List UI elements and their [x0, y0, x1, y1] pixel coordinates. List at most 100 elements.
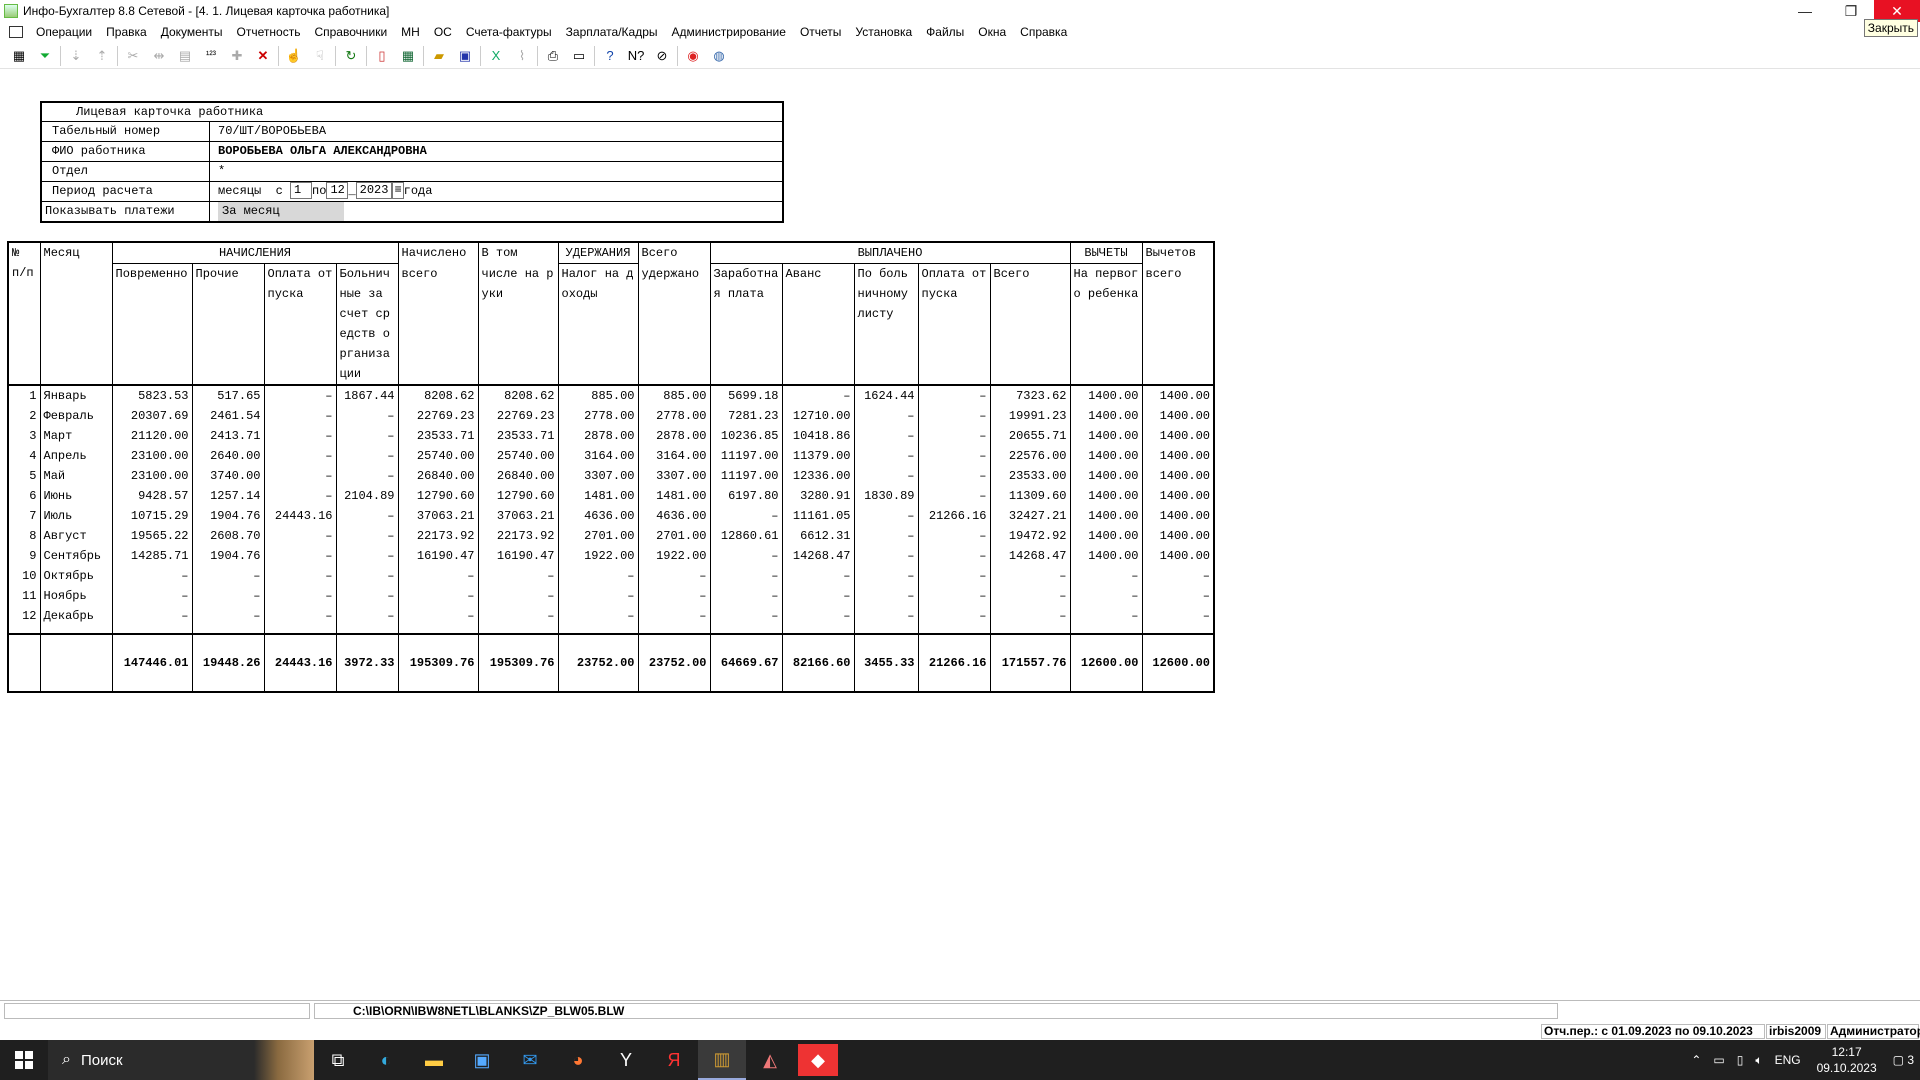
- pdf-icon[interactable]: ▯: [371, 45, 393, 67]
- period-from-field[interactable]: 1: [290, 182, 313, 200]
- menu-edit[interactable]: Правка: [99, 25, 154, 39]
- department-field[interactable]: *: [210, 162, 782, 181]
- numbering-icon[interactable]: ¹²³: [200, 45, 222, 67]
- table-row[interactable]: 12 Декабрь – – – – – – – – – – – – – – –: [7, 606, 1214, 626]
- tab-number-field[interactable]: 70/ШТ/ВОРОБЬЕВА: [210, 122, 782, 141]
- yandex-icon[interactable]: Я: [650, 1040, 698, 1080]
- menu-settings[interactable]: Установка: [848, 25, 919, 39]
- menu-files[interactable]: Файлы: [919, 25, 971, 39]
- menu-windows[interactable]: Окна: [971, 25, 1013, 39]
- print-icon[interactable]: ⎙: [542, 45, 564, 67]
- table-row[interactable]: 5 Май 23100.00 3740.00– –26840.00 26840.00 330…: [7, 466, 1214, 486]
- table-cell: –: [853, 546, 918, 566]
- open-folder-icon[interactable]: ▰: [428, 45, 450, 67]
- table-row[interactable]: 11 Ноябрь – – – – – – – – – – – – – – –: [7, 586, 1214, 606]
- delete-icon[interactable]: ✕: [252, 45, 274, 67]
- firefox-icon[interactable]: ◕: [554, 1040, 602, 1080]
- row-number: 4: [7, 446, 40, 466]
- status-bar-info: Отч.пер.: с 01.09.2023 по 09.10.2023 irb…: [0, 1022, 1920, 1040]
- notifications-icon[interactable]: ▢ 3: [1887, 1053, 1920, 1067]
- edge-icon[interactable]: ◐: [362, 1040, 410, 1080]
- columns-icon[interactable]: ⇹: [148, 45, 170, 67]
- menu-administration[interactable]: Администрирование: [665, 25, 793, 39]
- table-cell: –: [263, 586, 336, 606]
- paste-icon[interactable]: ▤: [174, 45, 196, 67]
- table-row[interactable]: 7 Июль 10715.29 1904.76 24443.16–37063.21 370…: [7, 506, 1214, 526]
- clock[interactable]: 12:17 09.10.2023: [1807, 1044, 1887, 1076]
- table-cell: 1400.00: [1141, 546, 1214, 566]
- table-cell: –: [335, 586, 398, 606]
- language-indicator[interactable]: ENG: [1769, 1053, 1807, 1067]
- menu-help[interactable]: Справка: [1013, 25, 1074, 39]
- sort-asc-icon[interactable]: ⇣: [65, 45, 87, 67]
- table-row[interactable]: 4 Апрель 23100.00 2640.00– –25740.00 25740.00…: [7, 446, 1214, 466]
- excel-icon[interactable]: X: [485, 45, 507, 67]
- row-number: 12: [7, 606, 40, 626]
- meet-icon[interactable]: ▭: [1707, 1053, 1730, 1067]
- table-cell: 3307.00: [557, 466, 638, 486]
- app-icon[interactable]: ◭: [746, 1040, 794, 1080]
- explorer-icon[interactable]: ▬: [410, 1040, 458, 1080]
- menu-invoices[interactable]: Счета-фактуры: [459, 25, 559, 39]
- calculator-icon[interactable]: ▦: [8, 45, 30, 67]
- menu-payroll[interactable]: Зарплата/Кадры: [559, 25, 665, 39]
- employee-name-field[interactable]: ВОРОБЬЕВА ОЛЬГА АЛЕКСАНДРОВНА: [210, 142, 782, 161]
- menu-directories[interactable]: Справочники: [307, 25, 394, 39]
- store-icon[interactable]: ▣: [458, 1040, 506, 1080]
- table-cell: –: [263, 526, 336, 546]
- table-row[interactable]: 3 Март 21120.00 2413.71– –23533.71 23533.71 28…: [7, 426, 1214, 446]
- period-unit[interactable]: месяцы: [218, 184, 261, 198]
- show-payments-select[interactable]: За месяц: [218, 202, 344, 221]
- volume-icon[interactable]: 🔈︎: [1749, 1053, 1768, 1068]
- start-button[interactable]: [0, 1040, 48, 1080]
- table-row[interactable]: 10 Октябрь – – – – – – – – – – – – – – –: [7, 566, 1214, 586]
- chevron-up-icon[interactable]: ⌃: [1685, 1053, 1707, 1067]
- period-year-field[interactable]: 2023: [355, 182, 393, 200]
- accounting-app-icon[interactable]: ▥: [698, 1040, 746, 1080]
- web-icon[interactable]: ◍: [708, 45, 730, 67]
- spreadsheet-icon[interactable]: ▦: [397, 45, 419, 67]
- pointer-icon[interactable]: ☝: [283, 45, 305, 67]
- table-row[interactable]: 9 Сентябрь 14285.71 1904.76– –16190.47 16190.…: [7, 546, 1214, 566]
- preview-icon[interactable]: ▭: [568, 45, 590, 67]
- menu-reporting[interactable]: Отчетность: [230, 25, 308, 39]
- mail-icon[interactable]: ✉: [506, 1040, 554, 1080]
- yandex-browser-icon[interactable]: Y: [602, 1040, 650, 1080]
- broom-icon[interactable]: ⌇: [511, 45, 533, 67]
- sort-desc-icon[interactable]: ⇡: [91, 45, 113, 67]
- menu-reports[interactable]: Отчеты: [793, 25, 848, 39]
- year-spinner[interactable]: ≡: [392, 182, 404, 200]
- search-icon: ⌕: [62, 1051, 71, 1068]
- table-cell: 12790.60: [397, 486, 478, 506]
- table-row[interactable]: 1 Январь 5823.53 517.65–1867.44 8208.62 8208.…: [7, 385, 1214, 406]
- network-icon[interactable]: ▯: [1731, 1053, 1750, 1067]
- add-icon[interactable]: ✚: [226, 45, 248, 67]
- table-cell: 1400.00: [1069, 506, 1142, 526]
- table-cell: 14268.47: [989, 546, 1070, 566]
- system-menu-icon[interactable]: [9, 26, 23, 38]
- table-row[interactable]: 6 Июнь 9428.57 1257.14–2104.89 12790.60 12790…: [7, 486, 1214, 506]
- table-cell: –: [335, 406, 398, 426]
- status-panel: [4, 1003, 310, 1019]
- refresh-icon[interactable]: ↻: [340, 45, 362, 67]
- lifebuoy-icon[interactable]: ◉: [682, 45, 704, 67]
- pointer-multi-icon[interactable]: ☟: [309, 45, 331, 67]
- compass-icon[interactable]: ⊘: [651, 45, 673, 67]
- filter-icon[interactable]: ⏷: [34, 45, 56, 67]
- help-icon[interactable]: ?: [599, 45, 621, 67]
- task-view-icon[interactable]: ⧉: [314, 1040, 362, 1080]
- context-help-icon[interactable]: N?: [625, 45, 647, 67]
- table-row[interactable]: 8 Август 19565.22 2608.70– –22173.92 22173.92…: [7, 526, 1214, 546]
- taskbar-search[interactable]: ⌕ Поиск: [48, 1040, 314, 1080]
- period-to-field[interactable]: 12: [326, 182, 349, 200]
- save-icon[interactable]: ▣: [454, 45, 476, 67]
- menu-documents[interactable]: Документы: [154, 25, 230, 39]
- table-cell: –: [709, 506, 782, 526]
- menu-os[interactable]: ОС: [427, 25, 459, 39]
- cut-icon[interactable]: ✂: [122, 45, 144, 67]
- minimize-button[interactable]: —: [1782, 0, 1828, 22]
- table-row[interactable]: 2 Февраль 20307.69 2461.54– –22769.23 22769.2…: [7, 406, 1214, 426]
- anydesk-icon[interactable]: ◆: [798, 1044, 838, 1076]
- menu-mn[interactable]: МН: [394, 25, 427, 39]
- menu-operations[interactable]: Операции: [29, 25, 99, 39]
